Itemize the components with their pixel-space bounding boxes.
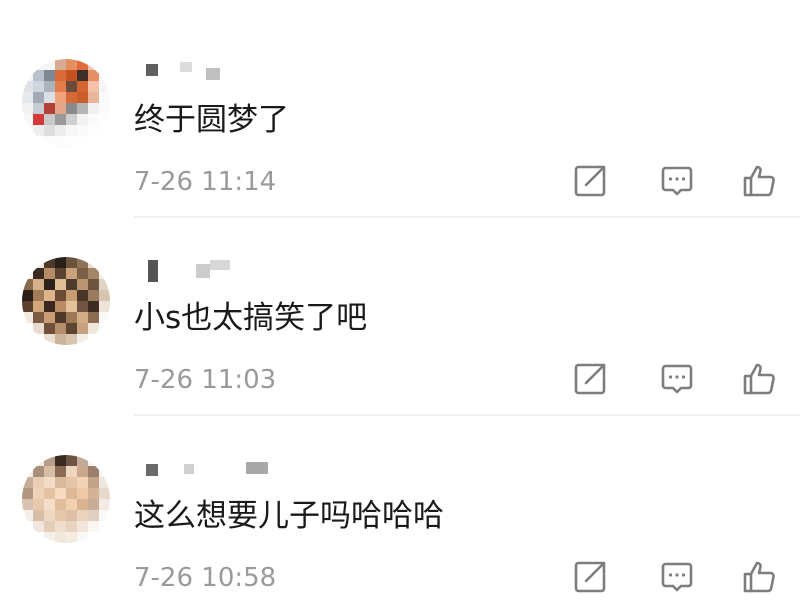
comment-item: 小s也太搞笑了吧 7-26 11:03 <box>0 218 800 416</box>
comment-text: 这么想要儿子吗哈哈哈 <box>134 498 444 534</box>
comment-text: 终于圆梦了 <box>134 102 289 138</box>
share-edit-icon[interactable] <box>572 559 608 595</box>
comment-timestamp: 7-26 11:03 <box>134 365 277 395</box>
comment-item: 终于圆梦了 7-26 11:14 <box>0 20 800 218</box>
comment-bubble-icon[interactable] <box>659 559 695 595</box>
comment-bubble-icon[interactable] <box>659 163 695 199</box>
username-redacted[interactable] <box>146 260 236 282</box>
comment-timestamp: 7-26 10:58 <box>134 563 277 593</box>
thumbs-up-icon[interactable] <box>742 559 778 595</box>
avatar[interactable] <box>22 455 110 543</box>
thumbs-up-icon[interactable] <box>742 361 778 397</box>
comment-item: 这么想要儿子吗哈哈哈 7-26 10:58 <box>0 416 800 614</box>
comment-text: 小s也太搞笑了吧 <box>134 300 368 336</box>
share-edit-icon[interactable] <box>572 361 608 397</box>
comment-bubble-icon[interactable] <box>659 361 695 397</box>
comment-timestamp: 7-26 11:14 <box>134 167 277 197</box>
share-edit-icon[interactable] <box>572 163 608 199</box>
thumbs-up-icon[interactable] <box>742 163 778 199</box>
username-redacted[interactable] <box>146 62 236 80</box>
avatar[interactable] <box>22 59 110 147</box>
avatar[interactable] <box>22 257 110 345</box>
username-redacted[interactable] <box>146 458 268 476</box>
